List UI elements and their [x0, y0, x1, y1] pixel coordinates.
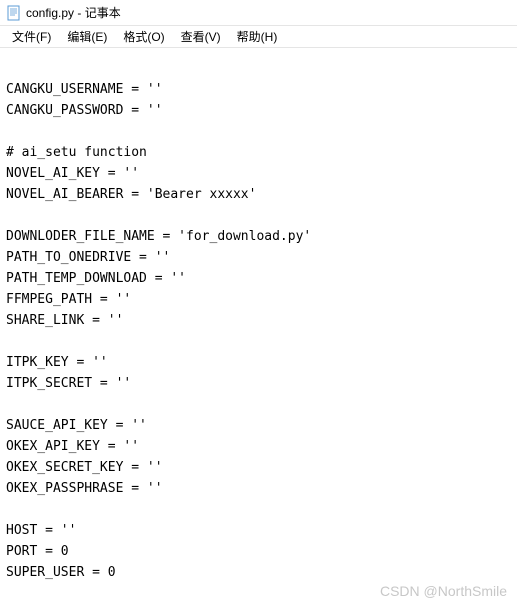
menu-file[interactable]: 文件(F): [4, 26, 59, 47]
menu-help[interactable]: 帮助(H): [229, 26, 286, 47]
menubar: 文件(F) 编辑(E) 格式(O) 查看(V) 帮助(H): [0, 26, 517, 48]
menu-format[interactable]: 格式(O): [115, 26, 172, 47]
menu-view[interactable]: 查看(V): [173, 26, 229, 47]
editor-content[interactable]: CANGKU_USERNAME = '' CANGKU_PASSWORD = '…: [0, 48, 517, 593]
notepad-icon: [6, 5, 22, 21]
menu-edit[interactable]: 编辑(E): [59, 26, 115, 47]
titlebar: config.py - 记事本: [0, 0, 517, 26]
window-title: config.py - 记事本: [26, 4, 121, 21]
